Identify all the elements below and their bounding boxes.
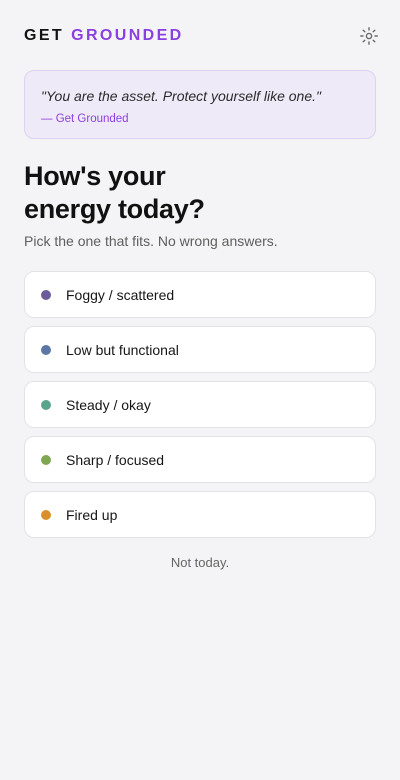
color-dot-icon bbox=[41, 399, 51, 410]
brand-logo: GET GROUNDED bbox=[24, 24, 184, 48]
page-title-line2: energy today? bbox=[24, 194, 205, 224]
quote-attribution: — Get Grounded bbox=[41, 113, 129, 125]
option-label: Foggy / scattered bbox=[66, 286, 175, 303]
brand-word-get: GET bbox=[24, 27, 65, 44]
quote-text: "You are the asset. Protect yourself lik… bbox=[41, 88, 321, 104]
color-dot-icon bbox=[41, 344, 51, 355]
header: GET GROUNDED bbox=[24, 24, 378, 48]
color-dot-icon bbox=[41, 289, 51, 300]
brand-word-grounded: GROUNDED bbox=[71, 27, 184, 44]
option-label: Steady / okay bbox=[66, 396, 151, 413]
option-label: Sharp / focused bbox=[66, 451, 165, 468]
option-label: Low but functional bbox=[66, 341, 179, 358]
app-screen: GET GROUNDED "You are the asset. Protect … bbox=[0, 0, 400, 780]
energy-option-low[interactable]: Low but functional bbox=[24, 326, 376, 373]
color-dot-icon bbox=[41, 454, 51, 465]
energy-option-fired-up[interactable]: Fired up bbox=[24, 491, 376, 538]
energy-option-sharp[interactable]: Sharp / focused bbox=[24, 436, 376, 483]
page-title: How's your energy today? bbox=[24, 160, 376, 226]
energy-options: Foggy / scattered Low but functional Ste… bbox=[24, 271, 376, 546]
color-dot-icon bbox=[41, 509, 51, 520]
page-subtitle: Pick the one that fits. No wrong answers… bbox=[24, 233, 278, 249]
skip-link[interactable]: Not today. bbox=[0, 554, 400, 571]
option-label: Fired up bbox=[66, 506, 118, 523]
settings-button[interactable] bbox=[357, 24, 381, 48]
gear-icon bbox=[360, 27, 378, 45]
energy-option-steady[interactable]: Steady / okay bbox=[24, 381, 376, 428]
energy-option-foggy[interactable]: Foggy / scattered bbox=[24, 271, 376, 318]
quote-card: "You are the asset. Protect yourself lik… bbox=[24, 70, 376, 139]
page-title-line1: How's your bbox=[24, 161, 166, 191]
